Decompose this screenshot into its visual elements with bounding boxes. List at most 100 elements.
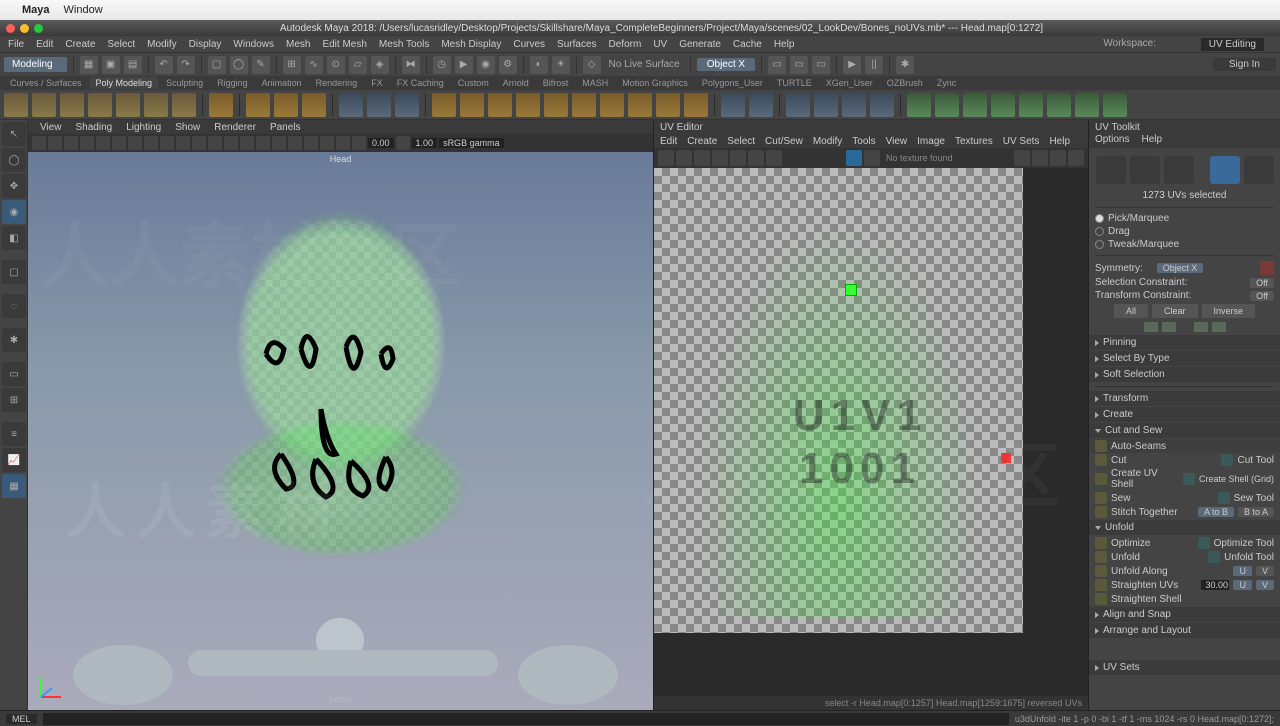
optimize-icon[interactable] bbox=[1095, 537, 1107, 549]
save-scene-icon[interactable]: ▤ bbox=[124, 56, 142, 74]
cut-icon[interactable] bbox=[1095, 454, 1107, 466]
poly-cylinder-icon[interactable] bbox=[60, 93, 84, 117]
unfoldalong-icon[interactable] bbox=[1095, 565, 1107, 577]
snap-grid-icon[interactable]: ⊞ bbox=[283, 56, 301, 74]
shelf-tab[interactable]: Custom bbox=[452, 77, 495, 89]
redo-icon[interactable]: ↷ bbox=[177, 56, 195, 74]
ipr-icon[interactable]: ◉ bbox=[477, 56, 495, 74]
snap-live-icon[interactable]: ◈ bbox=[371, 56, 389, 74]
undo-icon[interactable]: ↶ bbox=[155, 56, 173, 74]
mel-label[interactable]: MEL bbox=[6, 714, 37, 724]
four-view-icon[interactable]: ⊞ bbox=[2, 388, 26, 412]
vp-menu-view[interactable]: View bbox=[40, 122, 62, 133]
shelf-tab[interactable]: FX Caching bbox=[391, 77, 450, 89]
vp-icon[interactable] bbox=[192, 136, 206, 150]
uv-best-icon[interactable] bbox=[1075, 93, 1099, 117]
uv-tool-icon[interactable] bbox=[1068, 150, 1084, 166]
insert-edge-icon[interactable] bbox=[786, 93, 810, 117]
uv-tool-icon[interactable] bbox=[1050, 150, 1066, 166]
cutsew-section[interactable]: Cut and Sew bbox=[1089, 423, 1280, 438]
cuttool-icon[interactable] bbox=[1221, 454, 1233, 466]
face-mode-icon[interactable] bbox=[1164, 156, 1194, 184]
mode-dropdown[interactable]: Modeling bbox=[4, 57, 67, 72]
select-clear-button[interactable]: Clear bbox=[1152, 304, 1198, 318]
vp-icon[interactable] bbox=[64, 136, 78, 150]
shrink-icon[interactable] bbox=[1162, 322, 1176, 332]
shelf-tab-active[interactable]: Poly Modeling bbox=[90, 77, 159, 89]
selcon-dd[interactable]: Off bbox=[1250, 278, 1274, 288]
createshell-icon[interactable] bbox=[1095, 473, 1107, 485]
unfold-u-button[interactable]: U bbox=[1233, 566, 1252, 576]
uv-tool-icon[interactable] bbox=[658, 150, 674, 166]
stitch-icon[interactable] bbox=[1095, 506, 1107, 518]
menu-surfaces[interactable]: Surfaces bbox=[557, 39, 596, 50]
vp-icon[interactable] bbox=[320, 136, 334, 150]
uv-spherical-icon[interactable] bbox=[963, 93, 987, 117]
gamma-field[interactable]: 1.00 bbox=[412, 138, 438, 148]
svg-icon[interactable] bbox=[274, 93, 298, 117]
vp-icon[interactable] bbox=[336, 136, 350, 150]
boolean-int-icon[interactable] bbox=[516, 93, 540, 117]
uv-camera-icon[interactable] bbox=[1047, 93, 1071, 117]
outliner-icon[interactable]: ≡ bbox=[2, 422, 26, 446]
shelf-tab[interactable]: Motion Graphics bbox=[616, 77, 694, 89]
shelf-tab[interactable]: Arnold bbox=[497, 77, 535, 89]
poly-cube-icon[interactable] bbox=[32, 93, 56, 117]
pinning-section[interactable]: Pinning bbox=[1089, 335, 1280, 350]
toggle-2-icon[interactable]: ▭ bbox=[790, 56, 808, 74]
uv-manipulator-icon[interactable] bbox=[845, 284, 857, 296]
soft-tool-icon[interactable]: ◌ bbox=[2, 294, 26, 318]
last-tool-icon[interactable]: ▢ bbox=[2, 260, 26, 284]
paint-select-icon[interactable]: ✎ bbox=[252, 56, 270, 74]
zoom-icon[interactable] bbox=[34, 24, 43, 33]
extrude-icon[interactable] bbox=[544, 93, 568, 117]
uv-tool-icon[interactable] bbox=[1032, 150, 1048, 166]
grow-shell-icon[interactable] bbox=[1194, 322, 1208, 332]
uv-mode-icon[interactable] bbox=[1210, 156, 1240, 184]
vp-menu-show[interactable]: Show bbox=[175, 122, 200, 133]
uv-tool-icon[interactable] bbox=[730, 150, 746, 166]
atob-button[interactable]: A to B bbox=[1198, 507, 1234, 517]
light-icon[interactable]: ☀ bbox=[552, 56, 570, 74]
symmetry-icon[interactable] bbox=[1260, 261, 1274, 275]
straighten-angle-field[interactable]: 30.00 bbox=[1201, 580, 1229, 590]
extract-icon[interactable] bbox=[395, 93, 419, 117]
exposure-field[interactable]: 0.00 bbox=[368, 138, 394, 148]
show-manip-icon[interactable]: ✱ bbox=[2, 328, 26, 352]
menu-file[interactable]: File bbox=[8, 39, 24, 50]
drag-radio[interactable] bbox=[1095, 227, 1104, 236]
vp-icon[interactable] bbox=[352, 136, 366, 150]
vp-menu-renderer[interactable]: Renderer bbox=[214, 122, 256, 133]
vp-icon[interactable] bbox=[112, 136, 126, 150]
uvsets-section[interactable]: UV Sets bbox=[1089, 660, 1280, 675]
uv-editor-icon[interactable] bbox=[1103, 93, 1127, 117]
shell-mode-icon[interactable] bbox=[1244, 156, 1274, 184]
scale-tool-icon[interactable]: ◧ bbox=[2, 226, 26, 250]
shrink-shell-icon[interactable] bbox=[1212, 322, 1226, 332]
shelf-tab[interactable]: Polygons_User bbox=[696, 77, 769, 89]
multicut-icon[interactable] bbox=[721, 93, 745, 117]
collapse-icon[interactable] bbox=[684, 93, 708, 117]
poly-torus-icon[interactable] bbox=[116, 93, 140, 117]
vp-icon[interactable] bbox=[48, 136, 62, 150]
uv-cylindrical-icon[interactable] bbox=[935, 93, 959, 117]
menu-generate[interactable]: Generate bbox=[679, 39, 721, 50]
surface-icon[interactable]: ◇ bbox=[583, 56, 601, 74]
optimizetool-icon[interactable] bbox=[1198, 537, 1210, 549]
pick-radio[interactable] bbox=[1095, 214, 1104, 223]
lasso-icon[interactable]: ◯ bbox=[230, 56, 248, 74]
open-scene-icon[interactable]: ▣ bbox=[102, 56, 120, 74]
menu-editmesh[interactable]: Edit Mesh bbox=[322, 39, 366, 50]
shelf-tab[interactable]: Rigging bbox=[211, 77, 254, 89]
target-weld-icon[interactable] bbox=[749, 93, 773, 117]
uv-x-handle-icon[interactable] bbox=[1001, 453, 1011, 463]
viewport[interactable]: Head bbox=[28, 152, 653, 710]
bridge-icon[interactable] bbox=[600, 93, 624, 117]
bevel-icon[interactable] bbox=[572, 93, 596, 117]
menu-cache[interactable]: Cache bbox=[733, 39, 762, 50]
vp-icon[interactable] bbox=[176, 136, 190, 150]
shelf-tab[interactable]: Zync bbox=[931, 77, 963, 89]
uv-menu-edit[interactable]: Edit bbox=[660, 136, 677, 147]
minimize-icon[interactable] bbox=[20, 24, 29, 33]
close-icon[interactable] bbox=[6, 24, 15, 33]
